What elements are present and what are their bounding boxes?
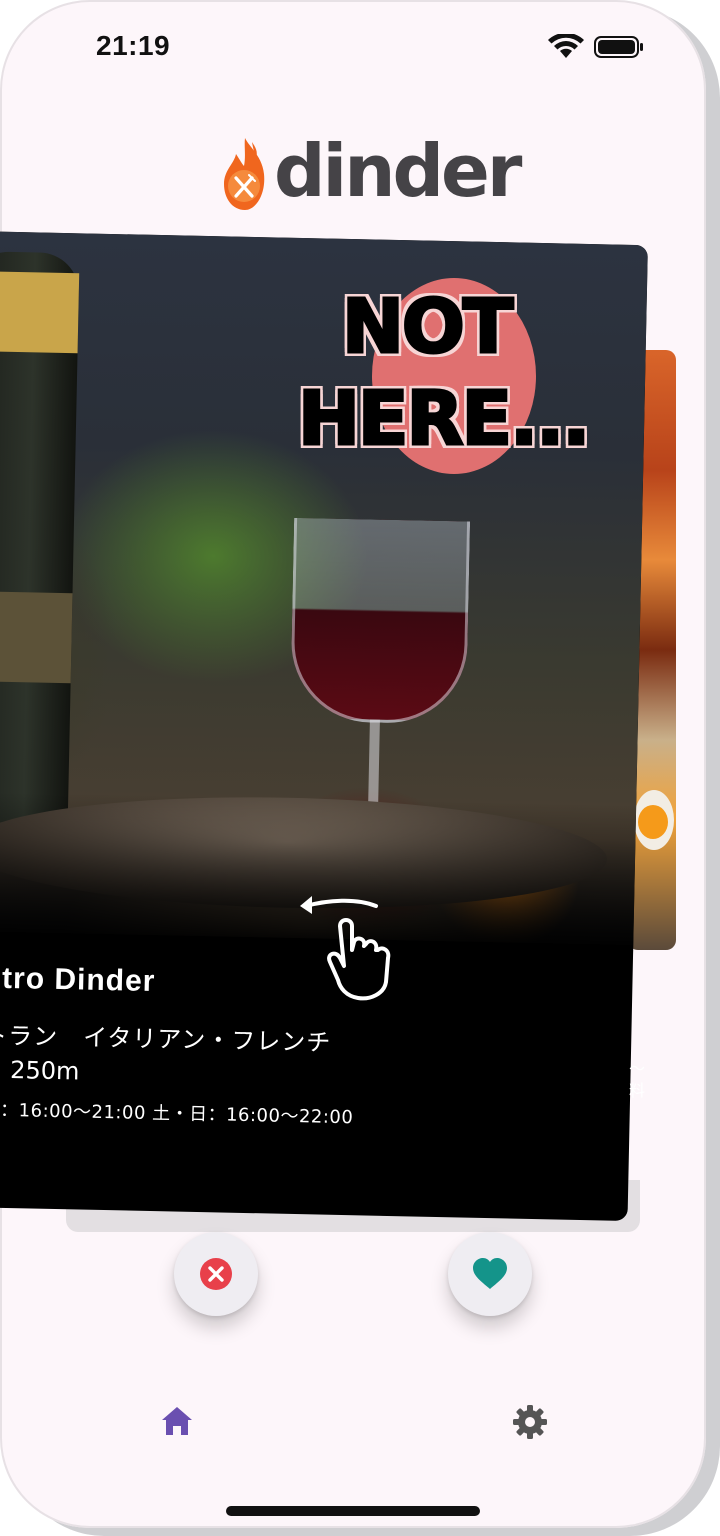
battery-icon <box>594 36 643 58</box>
gear-icon[interactable] <box>512 1404 548 1440</box>
wifi-icon <box>548 34 584 58</box>
not-here-badge: NOT HERE... <box>296 276 616 476</box>
badge-line-1: NOT <box>340 284 514 370</box>
heart-icon <box>473 1258 507 1289</box>
photo-bottle-label <box>0 590 73 684</box>
next-card-text: 〜 料 <box>626 1058 648 1102</box>
like-button[interactable] <box>448 1232 532 1316</box>
restaurant-genre: トラン イタリアン・フレンチ <box>0 1021 332 1057</box>
next-card-text-line: 〜 <box>628 1059 645 1078</box>
dislike-button[interactable] <box>174 1232 258 1316</box>
home-indicator[interactable] <box>226 1506 480 1516</box>
status-time: 21:19 <box>96 30 171 61</box>
photo-wine-glass <box>289 517 471 725</box>
close-circle-icon <box>200 1258 232 1290</box>
logo-text: dinder <box>274 129 522 213</box>
restaurant-hours: 金：16:00〜21:00 土・日：16:00〜22:00 <box>0 1099 354 1129</box>
next-card-image-detail <box>638 805 668 839</box>
restaurant-distance: ‡: 250m <box>0 1055 80 1086</box>
flame-fork-knife-icon <box>224 138 265 210</box>
phone-screen: 21:19 dinder stro Dinder トラン イタリアン・フレンチ … <box>0 0 706 1528</box>
badge-line-2: HERE... <box>296 376 591 462</box>
next-card-text-line: 料 <box>628 1081 645 1100</box>
home-icon[interactable] <box>160 1404 194 1438</box>
app-logo: dinder <box>220 129 522 214</box>
swipe-left-hand-icon <box>300 896 391 1001</box>
restaurant-name: stro Dinder <box>0 961 156 999</box>
photo-bottle-foil <box>0 270 80 354</box>
